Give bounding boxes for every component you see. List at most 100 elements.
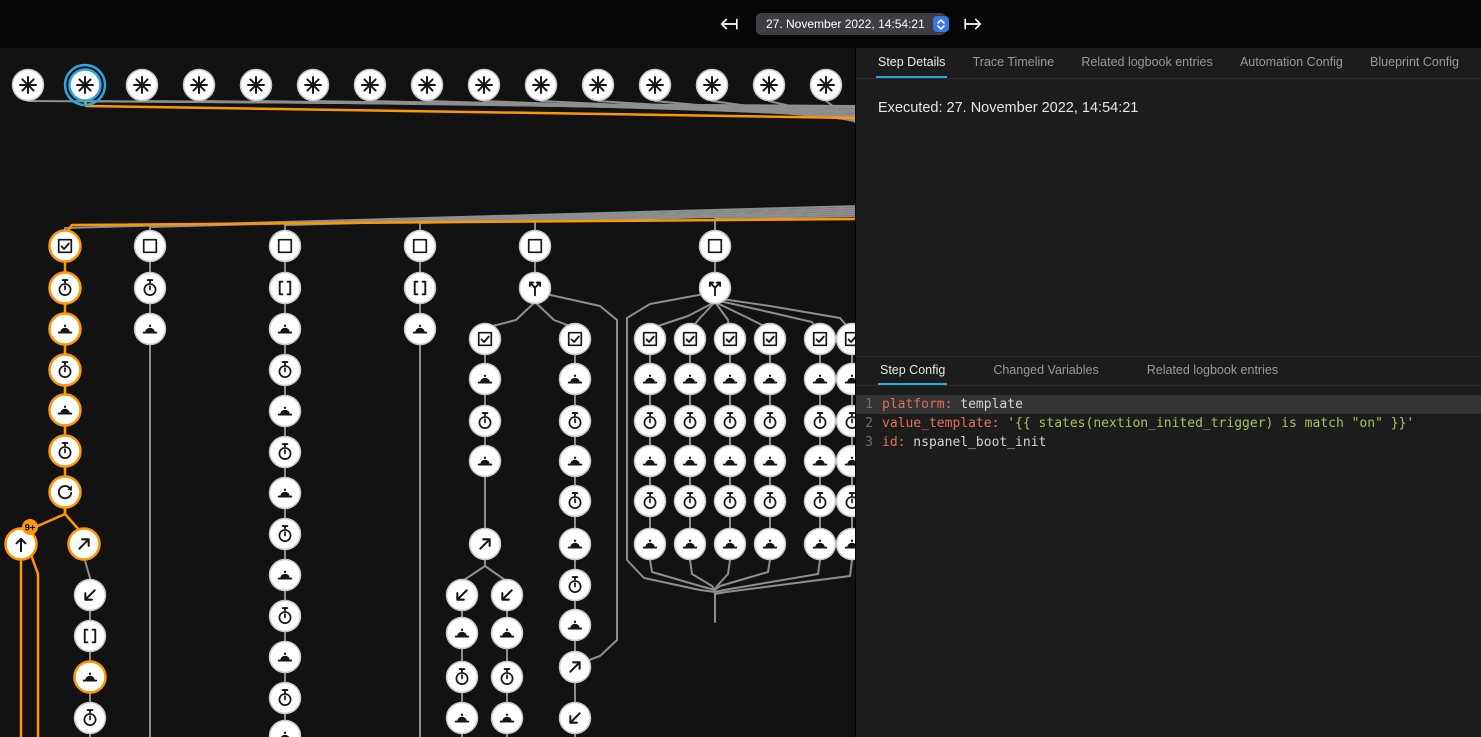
trace-node-trigger[interactable]	[241, 70, 272, 101]
trace-node-arrow-top-right[interactable]	[69, 529, 100, 560]
trace-node-checkbox-marked[interactable]	[715, 324, 746, 355]
trace-graph[interactable]: 9+	[0, 48, 855, 737]
trace-node-bell[interactable]	[715, 529, 746, 560]
trace-node-bell[interactable]	[470, 446, 501, 477]
trace-node-trigger[interactable]	[583, 70, 614, 101]
trace-node-bell[interactable]	[560, 446, 591, 477]
tab-config-related-logbook-entries[interactable]: Related logbook entries	[1145, 357, 1280, 385]
trace-node-bell[interactable]	[635, 446, 666, 477]
trace-node-timer[interactable]	[470, 406, 501, 437]
trace-node-arrow-top-right[interactable]	[560, 652, 591, 683]
trace-node-bell[interactable]	[675, 364, 706, 395]
trace-node-code-brackets[interactable]	[270, 273, 301, 304]
trace-node-bell[interactable]	[755, 529, 786, 560]
trace-node-bell[interactable]	[270, 642, 301, 673]
trace-node-bell[interactable]	[837, 364, 856, 395]
trace-node-bell[interactable]	[675, 446, 706, 477]
trace-node-timer[interactable]	[135, 273, 166, 304]
trace-node-bell[interactable]	[270, 396, 301, 427]
trace-node-timer[interactable]	[270, 601, 301, 632]
trace-node-checkbox-marked[interactable]	[470, 324, 501, 355]
trace-node-arrow-bottom-left[interactable]	[492, 580, 523, 611]
trace-node-trigger[interactable]	[754, 70, 785, 101]
trace-node-timer[interactable]	[50, 355, 81, 386]
trace-node-bell[interactable]	[715, 364, 746, 395]
trace-node-checkbox-blank[interactable]	[135, 231, 166, 262]
trace-node-timer[interactable]	[75, 703, 106, 734]
trace-node-timer[interactable]	[755, 486, 786, 517]
trace-node-timer[interactable]	[755, 406, 786, 437]
trace-node-trigger[interactable]	[127, 70, 158, 101]
trace-node-timer[interactable]	[675, 486, 706, 517]
trace-node-checkbox-blank[interactable]	[520, 231, 551, 262]
trace-node-trigger[interactable]	[184, 70, 215, 101]
trace-node-timer[interactable]	[837, 486, 856, 517]
trace-node-bell[interactable]	[50, 395, 81, 426]
trace-node-bell[interactable]	[447, 703, 478, 734]
trace-node-timer[interactable]	[675, 406, 706, 437]
trace-node-bell[interactable]	[837, 446, 856, 477]
trace-node-timer[interactable]	[560, 486, 591, 517]
trace-node-trigger[interactable]	[526, 70, 557, 101]
trace-node-trigger[interactable]	[640, 70, 671, 101]
trace-node-timer[interactable]	[715, 406, 746, 437]
trace-node-trigger[interactable]	[298, 70, 329, 101]
trace-node-split[interactable]	[520, 273, 551, 304]
trace-node-checkbox-marked[interactable]	[837, 324, 856, 355]
trace-node-timer[interactable]	[715, 486, 746, 517]
trace-node-timer[interactable]	[560, 570, 591, 601]
trace-node-timer[interactable]	[805, 486, 836, 517]
trace-node-checkbox-marked[interactable]	[560, 324, 591, 355]
trace-node-timer[interactable]	[270, 437, 301, 468]
trace-node-timer[interactable]	[837, 406, 856, 437]
trace-node-timer[interactable]	[270, 683, 301, 714]
trace-node-bell[interactable]	[270, 478, 301, 509]
trace-node-bell[interactable]	[50, 314, 81, 345]
trace-node-bell[interactable]	[447, 618, 478, 649]
trace-node-checkbox-marked[interactable]	[805, 324, 836, 355]
trace-node-trigger[interactable]	[811, 70, 842, 101]
trace-node-bell[interactable]	[135, 314, 166, 345]
trace-node-checkbox-marked[interactable]	[675, 324, 706, 355]
trace-node-timer[interactable]	[805, 406, 836, 437]
trace-node-trigger[interactable]	[355, 70, 386, 101]
trace-node-checkbox-marked[interactable]	[755, 324, 786, 355]
trace-node-checkbox-blank[interactable]	[270, 231, 301, 262]
trace-node-bell[interactable]	[470, 364, 501, 395]
trace-node-bell[interactable]	[675, 529, 706, 560]
trace-node-bell[interactable]	[405, 314, 436, 345]
trace-node-arrow-bottom-left[interactable]	[75, 580, 106, 611]
trace-node-bell[interactable]	[837, 529, 856, 560]
trace-node-bell[interactable]	[755, 446, 786, 477]
trace-node-bell[interactable]	[560, 529, 591, 560]
next-trace-button[interactable]	[960, 11, 986, 37]
trace-node-bell[interactable]	[75, 662, 106, 693]
tab-step-config[interactable]: Step Config	[878, 357, 947, 385]
trace-node-checkbox-blank[interactable]	[405, 231, 436, 262]
trace-picker[interactable]: 27. November 2022, 14:54:21	[756, 13, 946, 35]
trace-node-checkbox-marked[interactable]	[50, 231, 81, 262]
trace-node-timer[interactable]	[270, 519, 301, 550]
tab-blueprint-config[interactable]: Blueprint Config	[1368, 48, 1461, 78]
tab-automation-config[interactable]: Automation Config	[1238, 48, 1345, 78]
trace-node-timer[interactable]	[635, 486, 666, 517]
trace-node-bell[interactable]	[270, 560, 301, 591]
trace-node-bell[interactable]	[805, 364, 836, 395]
trace-node-timer[interactable]	[492, 662, 523, 693]
trace-node-bell[interactable]	[560, 610, 591, 641]
tab-step-details[interactable]: Step Details	[876, 48, 947, 78]
trace-node-checkbox-marked[interactable]	[635, 324, 666, 355]
trace-node-bell[interactable]	[492, 618, 523, 649]
trace-node-bell[interactable]	[560, 364, 591, 395]
trace-node-bell[interactable]	[492, 703, 523, 734]
trace-node-refresh[interactable]	[50, 477, 81, 508]
trace-node-bell[interactable]	[805, 446, 836, 477]
trace-node-bell[interactable]	[635, 529, 666, 560]
trace-node-bell[interactable]	[715, 446, 746, 477]
trace-node-bell[interactable]	[805, 529, 836, 560]
trace-node-timer[interactable]	[635, 406, 666, 437]
tab-changed-variables[interactable]: Changed Variables	[991, 357, 1100, 385]
tab-related-logbook-entries[interactable]: Related logbook entries	[1079, 48, 1214, 78]
trace-node-timer[interactable]	[50, 273, 81, 304]
trace-node-bell[interactable]	[270, 314, 301, 345]
